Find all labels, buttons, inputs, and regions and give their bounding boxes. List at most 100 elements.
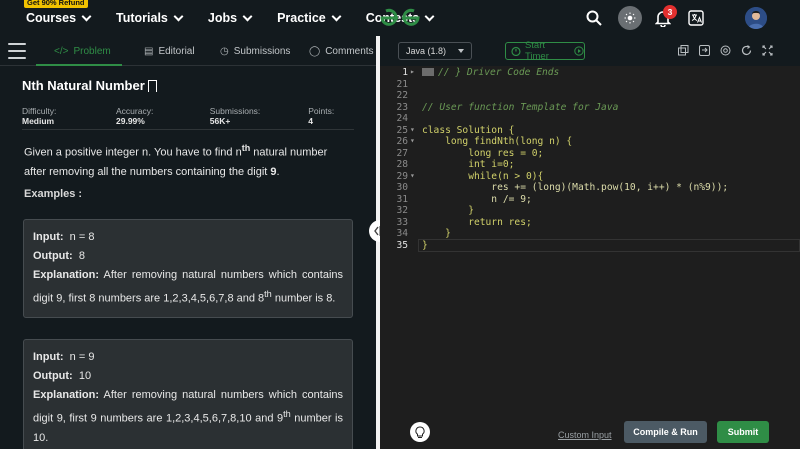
label: Output: xyxy=(33,250,73,262)
example-input: Input: n = 9 xyxy=(33,348,343,367)
line-number: 32 xyxy=(396,205,408,216)
problem-description: Given a positive integer n. You have to … xyxy=(24,139,349,182)
value: 4 xyxy=(308,116,313,126)
difficulty: Difficulty: Medium xyxy=(22,106,88,126)
line-number: 27 xyxy=(396,148,408,159)
page-title: Nth Natural Number xyxy=(22,78,157,93)
line-number: 30 xyxy=(396,182,408,193)
points: Points: 4 xyxy=(308,106,340,126)
code-icon: </> xyxy=(54,45,69,57)
code-line: n /= 9; xyxy=(422,194,532,205)
fold-arrow-icon[interactable]: ▾ xyxy=(410,125,415,134)
chevron-down-icon xyxy=(458,49,464,53)
avatar[interactable] xyxy=(745,7,767,29)
search-icon[interactable] xyxy=(586,10,602,26)
chevron-down-icon xyxy=(424,11,435,21)
fold-arrow-icon[interactable]: ▸ xyxy=(410,67,415,76)
nav-tutorials[interactable]: Tutorials xyxy=(116,11,184,25)
active-tab-indicator xyxy=(36,64,122,66)
problem-meta: Difficulty: Medium Accuracy: 29.99% Subm… xyxy=(22,106,368,126)
label: Explanation: xyxy=(33,269,100,281)
code-text: // } Driver Code Ends xyxy=(438,67,560,78)
editor-actions: Custom Input Compile & Run Submit xyxy=(380,412,800,449)
nav-courses[interactable]: Get 90% Refund Courses xyxy=(24,0,92,25)
theme-toggle-button[interactable] xyxy=(618,6,642,30)
refund-badge: Get 90% Refund xyxy=(24,0,88,8)
problem-tabs: </> Problem ▤ Editorial ◷ Submissions ◯ … xyxy=(0,36,376,66)
code-line: class Solution { xyxy=(422,125,515,136)
language-select[interactable]: Java (1.8) xyxy=(398,42,472,60)
value: n = 9 xyxy=(69,351,95,363)
fold-arrow-icon[interactable]: ▾ xyxy=(410,171,415,180)
value: 10 xyxy=(78,370,92,382)
copy-icon[interactable] xyxy=(678,45,689,56)
submit-button[interactable]: Submit xyxy=(717,421,769,443)
label: Input: xyxy=(33,231,64,243)
code-line: // } Driver Code Ends xyxy=(422,67,559,78)
nav-jobs[interactable]: Jobs xyxy=(208,11,253,25)
current-line-highlight xyxy=(418,239,800,252)
gfg-logo-icon[interactable] xyxy=(378,7,422,29)
line-number: 29 xyxy=(396,171,408,182)
value: 8 xyxy=(78,250,85,262)
line-number: 25 xyxy=(396,125,408,136)
notification-badge: 3 xyxy=(663,5,677,19)
label: Submissions: xyxy=(209,106,261,116)
line-number: 35 xyxy=(396,240,408,251)
menu-icon[interactable] xyxy=(8,43,26,59)
compile-run-button[interactable]: Compile & Run xyxy=(624,421,707,443)
start-timer-button[interactable]: Start Timer xyxy=(505,40,585,62)
top-navbar: Get 90% Refund Courses Tutorials Jobs Pr… xyxy=(0,0,800,36)
nav-label: Practice xyxy=(277,11,326,25)
tab-label: Problem xyxy=(73,45,111,57)
sun-icon xyxy=(624,12,636,24)
label: Points: xyxy=(308,106,335,116)
tab-editorial[interactable]: ▤ Editorial xyxy=(144,36,195,66)
reset-icon[interactable] xyxy=(741,45,752,56)
tab-problem[interactable]: </> Problem xyxy=(54,36,111,66)
clock-icon: ◷ xyxy=(220,45,229,57)
code-line: res += (long)(Math.pow(10, i++) * (n%9))… xyxy=(422,182,729,193)
line-gutter: 1 21 22 23 24 25 26 27 28 29 30 31 32 33… xyxy=(380,66,418,449)
code-line: int i=0; xyxy=(422,159,515,170)
label: Accuracy: xyxy=(116,106,154,116)
bookmark-icon[interactable] xyxy=(147,79,157,92)
translate-icon[interactable] xyxy=(688,10,704,26)
fullscreen-icon[interactable] xyxy=(762,45,773,56)
fold-arrow-icon[interactable]: ▾ xyxy=(410,136,415,145)
code-line: long res = 0; xyxy=(422,148,544,159)
line-number: 21 xyxy=(396,79,408,90)
download-icon[interactable] xyxy=(699,45,710,56)
accuracy: Accuracy: 29.99% xyxy=(116,106,182,126)
label: Output: xyxy=(33,370,73,382)
problem-content: Nth Natural Number Difficulty: Medium Ac… xyxy=(0,67,368,449)
chevron-down-icon xyxy=(81,11,92,21)
code-editor[interactable]: // } Driver Code Ends // User function T… xyxy=(418,66,800,449)
tab-comments[interactable]: ◯ Comments xyxy=(309,36,374,66)
language-value: Java (1.8) xyxy=(406,46,447,56)
code-line: } xyxy=(422,228,451,239)
value: number is 8. xyxy=(271,292,336,305)
nav-label: Courses xyxy=(26,11,77,25)
lightbulb-icon xyxy=(415,425,425,438)
value: n = 8 xyxy=(69,231,95,243)
nav-practice[interactable]: Practice xyxy=(277,11,342,25)
code-line: long findNth(long n) { xyxy=(422,136,573,147)
example-explanation: Explanation: After removing natural numb… xyxy=(33,386,343,448)
folded-region-marker[interactable] xyxy=(422,68,434,76)
example-output: Output: 8 xyxy=(33,247,343,266)
chevron-down-icon xyxy=(331,11,342,21)
example-output: Output: 10 xyxy=(33,367,343,386)
tab-submissions[interactable]: ◷ Submissions xyxy=(220,36,290,66)
settings-icon[interactable] xyxy=(720,45,731,56)
custom-input-link[interactable]: Custom Input xyxy=(558,430,612,440)
desc-text: . xyxy=(276,165,280,178)
chevron-down-icon xyxy=(242,11,253,21)
submissions: Submissions: 56K+ xyxy=(210,106,281,126)
value: Medium xyxy=(22,116,55,126)
tab-label: Comments xyxy=(325,45,374,57)
line-number: 23 xyxy=(396,102,408,113)
hint-button[interactable] xyxy=(410,422,430,442)
line-number: 33 xyxy=(396,217,408,228)
line-number: 34 xyxy=(396,228,408,239)
